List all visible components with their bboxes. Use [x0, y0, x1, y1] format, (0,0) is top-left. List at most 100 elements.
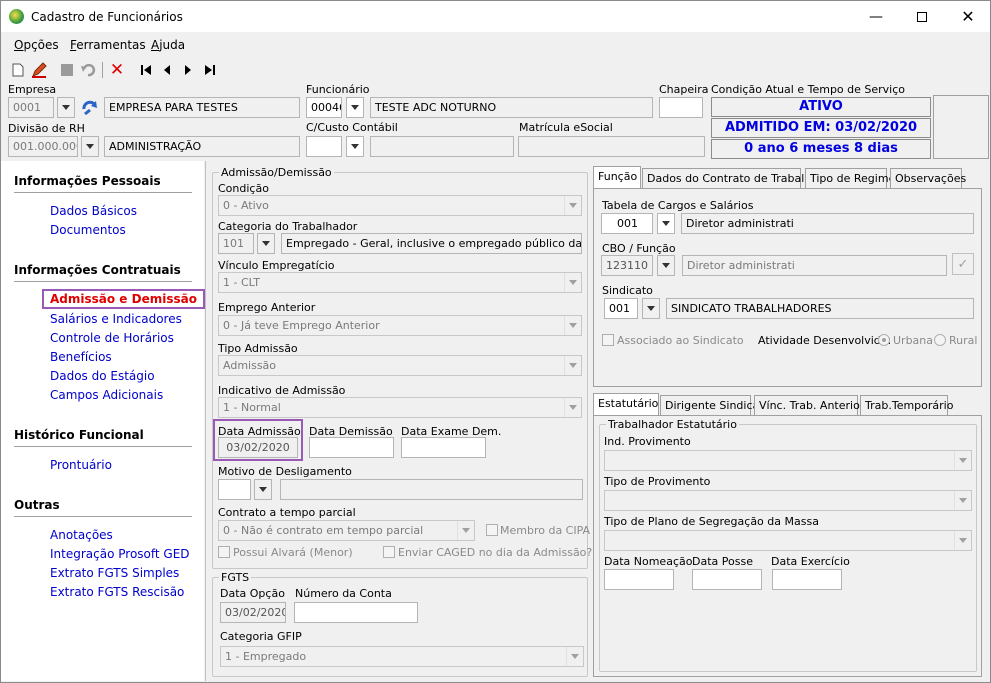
matricula-field[interactable]	[518, 136, 705, 157]
condicao-select[interactable]: 0 - Ativo	[218, 195, 582, 216]
caged-checkbox[interactable]	[383, 546, 395, 558]
tab-trab-temporario[interactable]: Trab.Temporário	[860, 395, 953, 415]
next-record-icon[interactable]	[179, 61, 197, 79]
motivo-dropdown[interactable]	[254, 479, 272, 500]
menu-opcoes[interactable]: Opções	[14, 38, 59, 52]
emprego-anterior-select[interactable]: 0 - Já teve Emprego Anterior	[218, 315, 582, 336]
sindicato-code-field[interactable]: 001	[604, 298, 638, 319]
data-exercicio-label: Data Exercício	[771, 555, 850, 568]
rural-radio[interactable]	[934, 334, 946, 346]
alvara-checkbox[interactable]	[218, 546, 230, 558]
membro-cipa-checkbox[interactable]	[486, 524, 498, 536]
estatutario-tabs: Estatutário Dirigente Sindical Vínc. Tra…	[593, 393, 989, 417]
urbana-radio[interactable]	[878, 334, 890, 346]
vinculo-select[interactable]: 1 - CLT	[218, 272, 582, 293]
cbo-code-field[interactable]: 123110	[601, 255, 653, 276]
photo-box[interactable]	[933, 95, 989, 159]
previous-record-icon[interactable]	[158, 61, 176, 79]
nav-prontuario[interactable]: Prontuário	[50, 458, 112, 472]
tipo-provimento-select[interactable]	[604, 490, 972, 511]
funcionario-dropdown[interactable]	[346, 97, 364, 118]
new-document-icon[interactable]	[9, 61, 27, 79]
ind-provimento-select[interactable]	[604, 450, 972, 471]
atividade-label: Atividade Desenvolvida:	[758, 334, 892, 347]
motivo-label: Motivo de Desligamento	[218, 465, 352, 478]
nav-beneficios[interactable]: Benefícios	[50, 350, 112, 364]
data-demissao-field[interactable]	[309, 437, 394, 458]
numero-conta-field[interactable]	[294, 602, 418, 623]
tab-dados-contrato[interactable]: Dados do Contrato de Trabalho	[642, 168, 818, 188]
tab-dirigente-sindical[interactable]: Dirigente Sindical	[660, 395, 762, 415]
chapeira-label: Chapeira	[659, 83, 709, 96]
nav-admissao-demissao[interactable]: Admissão e Demissão	[42, 289, 205, 309]
chapeira-field[interactable]	[659, 97, 703, 118]
nav-anotacoes[interactable]: Anotações	[50, 528, 113, 542]
nav-controle-horarios[interactable]: Controle de Horários	[50, 331, 174, 345]
empresa-code-field[interactable]: 0001	[8, 97, 54, 118]
custo-code-field[interactable]	[306, 136, 342, 157]
motivo-code-field[interactable]	[218, 479, 251, 500]
funcionario-label: Funcionário	[306, 83, 370, 96]
nav-extrato-fgts-rescisao[interactable]: Extrato FGTS Rescisão	[50, 585, 184, 599]
data-exame-field[interactable]	[401, 437, 486, 458]
divisao-code-field[interactable]: 001.000.000	[8, 136, 78, 157]
data-opcao-label: Data Opção	[220, 587, 285, 600]
categoria-gfip-label: Categoria GFIP	[220, 630, 302, 643]
data-nomeacao-field[interactable]	[604, 569, 674, 590]
nav-documentos[interactable]: Documentos	[50, 223, 126, 237]
nav-dados-estagio[interactable]: Dados do Estágio	[50, 369, 155, 383]
indicativo-select[interactable]: 1 - Normal	[218, 397, 582, 418]
tipo-admissao-select[interactable]: Admissão	[218, 355, 582, 376]
checkmark-icon[interactable]: ✓	[952, 253, 974, 275]
tab-tipo-regime[interactable]: Tipo de Regime	[805, 168, 895, 188]
nav-extrato-fgts-simples[interactable]: Extrato FGTS Simples	[50, 566, 179, 580]
last-record-icon[interactable]	[201, 61, 219, 79]
edit-pencil-icon[interactable]	[30, 61, 48, 79]
admissao-group-title: Admissão/Demissão	[219, 166, 334, 179]
tabela-dropdown[interactable]	[657, 213, 675, 234]
nav-divider	[14, 516, 192, 517]
sindicato-dropdown[interactable]	[642, 298, 660, 319]
contrato-select[interactable]: 0 - Não é contrato em tempo parcial	[218, 520, 475, 541]
nav-section-info-pessoais: Informações Pessoais	[14, 174, 161, 188]
categoria-code-field[interactable]: 101	[218, 233, 254, 254]
delete-icon[interactable]: ✕	[108, 60, 126, 80]
refresh-arrow-icon[interactable]	[79, 97, 101, 118]
nav-section-info-contratuais: Informações Contratuais	[14, 263, 181, 277]
close-button[interactable]: ✕	[945, 1, 991, 32]
motivo-desc-field	[280, 479, 583, 500]
categoria-gfip-select[interactable]: 1 - Empregado	[220, 646, 584, 667]
menu-ferramentas[interactable]: Ferramentas	[70, 38, 146, 52]
tab-vinc-trab-anterior[interactable]: Vínc. Trab. Anterior	[754, 395, 864, 415]
menu-ajuda[interactable]: Ajuda	[151, 38, 185, 52]
maximize-button[interactable]	[899, 1, 945, 32]
categoria-desc-field: Empregado - Geral, inclusive o empregado…	[281, 233, 582, 254]
nav-integracao-ged[interactable]: Integração Prosoft GED	[50, 547, 190, 561]
status-ativo: ATIVO	[711, 97, 931, 117]
data-opcao-field[interactable]: 03/02/2020	[220, 602, 286, 623]
custo-dropdown[interactable]	[346, 136, 364, 157]
data-exercicio-field[interactable]	[772, 569, 842, 590]
nav-campos-adicionais[interactable]: Campos Adicionais	[50, 388, 163, 402]
undo-icon[interactable]	[79, 61, 97, 79]
save-icon[interactable]	[58, 61, 76, 79]
cbo-dropdown[interactable]	[657, 255, 675, 276]
tab-observacoes[interactable]: Observações	[890, 168, 966, 188]
nav-dados-basicos[interactable]: Dados Básicos	[50, 204, 137, 218]
data-posse-field[interactable]	[692, 569, 762, 590]
tab-funcao[interactable]: Função	[593, 166, 641, 188]
categoria-dropdown[interactable]	[257, 233, 275, 254]
minimize-button[interactable]: —	[853, 1, 899, 32]
divisao-dropdown[interactable]	[81, 136, 99, 157]
associado-checkbox[interactable]	[602, 334, 614, 346]
empresa-dropdown[interactable]	[57, 97, 75, 118]
tipo-plano-select[interactable]	[604, 530, 972, 551]
tab-estatutario[interactable]: Estatutário	[593, 393, 659, 415]
funcionario-name-field: TESTE ADC NOTURNO	[370, 97, 653, 118]
nav-salarios[interactable]: Salários e Indicadores	[50, 312, 182, 326]
tabela-code-field[interactable]: 001	[601, 213, 653, 234]
funcionario-code-field[interactable]: 00046	[306, 97, 342, 118]
first-record-icon[interactable]	[137, 61, 155, 79]
data-posse-label: Data Posse	[692, 555, 753, 568]
data-admissao-field[interactable]: 03/02/2020	[218, 437, 298, 458]
